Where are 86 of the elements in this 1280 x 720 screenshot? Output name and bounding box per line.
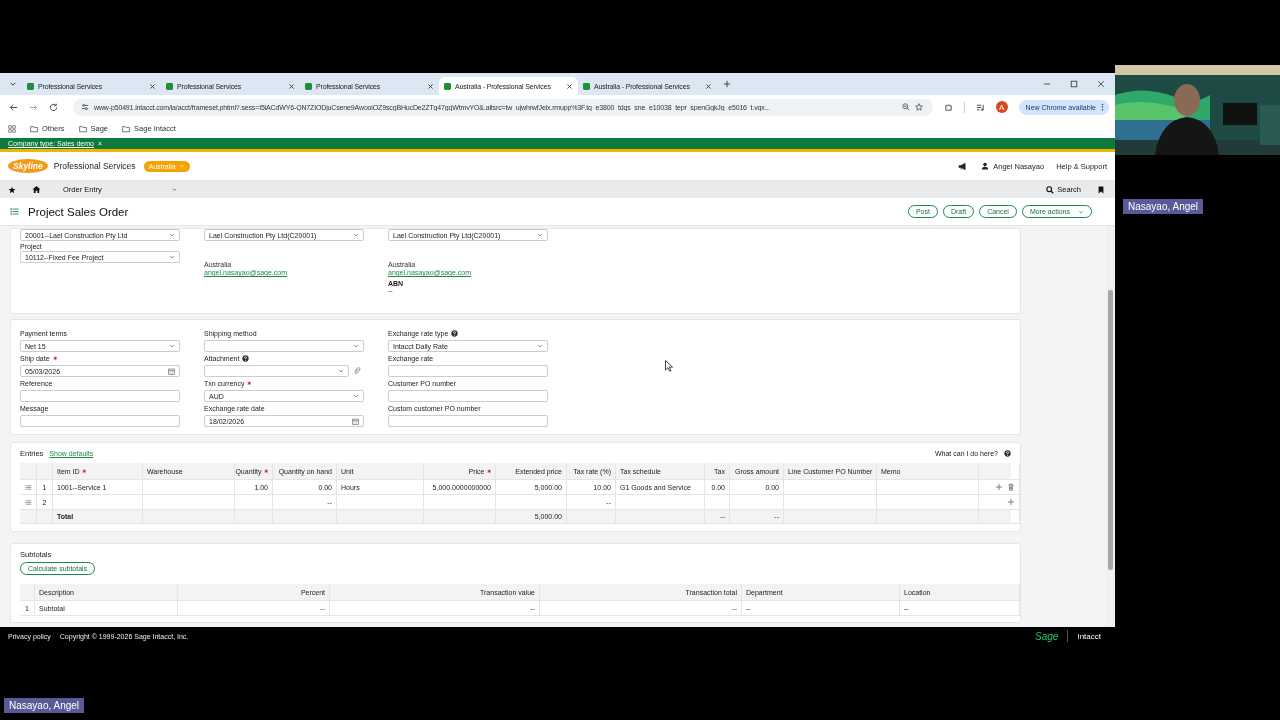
caret-icon <box>537 343 543 349</box>
caret-icon <box>169 343 175 349</box>
maximize-icon[interactable] <box>1070 80 1078 88</box>
column-header <box>37 463 53 480</box>
input-field[interactable] <box>20 415 180 427</box>
brand-logo: Sage <box>1035 630 1059 642</box>
column-header <box>20 584 35 601</box>
add-row-icon[interactable] <box>995 483 1003 491</box>
input-field[interactable] <box>20 390 180 402</box>
megaphone-icon[interactable] <box>958 161 968 171</box>
tab-logo-icon <box>444 82 451 90</box>
dropdown-field[interactable] <box>204 340 364 352</box>
drag-handle-icon[interactable] <box>24 483 32 491</box>
help-icon[interactable] <box>242 355 250 362</box>
caret-icon <box>353 232 359 238</box>
zoom-icon[interactable] <box>901 103 910 111</box>
caret-icon <box>353 343 359 349</box>
media-icon[interactable] <box>975 102 985 112</box>
bookmark-icon[interactable] <box>1097 185 1105 194</box>
required-icon <box>81 468 87 474</box>
tab-logo-icon <box>305 82 312 90</box>
required-icon <box>52 356 58 361</box>
company-logo: Skyline <box>8 159 48 173</box>
participant-name: Nasayao, Angel <box>4 698 85 713</box>
trash-icon[interactable] <box>1007 483 1015 491</box>
site-info-icon[interactable] <box>81 103 89 111</box>
table-cell <box>235 510 273 524</box>
reload-icon[interactable] <box>49 102 58 112</box>
table-cell <box>273 510 337 524</box>
table-cell <box>37 510 53 524</box>
back-icon[interactable] <box>9 102 18 112</box>
new-tab-icon[interactable] <box>723 80 731 88</box>
caret-icon <box>171 187 177 192</box>
table-cell <box>567 510 616 524</box>
close-icon[interactable] <box>427 82 434 90</box>
add-row-icon[interactable] <box>1007 498 1015 506</box>
scrollbar[interactable] <box>1106 226 1115 627</box>
home-icon[interactable] <box>32 185 41 194</box>
required-icon <box>247 381 252 386</box>
profile-avatar[interactable]: A <box>995 101 1008 113</box>
required-icon <box>263 468 268 474</box>
input-field[interactable] <box>388 365 548 377</box>
help-icon[interactable] <box>1004 449 1011 457</box>
caret-icon <box>178 163 185 169</box>
folder-icon <box>30 124 38 133</box>
paperclip-icon[interactable] <box>353 367 361 375</box>
app-name: Professional Services <box>53 161 136 171</box>
caret-icon <box>353 393 359 399</box>
close-icon[interactable] <box>566 82 573 90</box>
close-icon[interactable] <box>288 82 295 90</box>
drag-handle-icon[interactable] <box>24 498 32 506</box>
input-field[interactable] <box>388 415 548 427</box>
star-icon[interactable] <box>8 185 16 194</box>
apps-icon[interactable] <box>8 124 16 133</box>
tab-logo-icon <box>27 82 34 90</box>
tab-logo-icon <box>166 82 173 90</box>
close-icon[interactable] <box>1097 80 1105 88</box>
calendar-icon[interactable] <box>352 417 359 425</box>
folder-icon <box>122 124 131 133</box>
tab-logo-icon <box>583 82 590 90</box>
caret-icon <box>169 232 175 238</box>
folder-icon <box>78 124 87 133</box>
product-name: Intacct <box>1077 631 1101 641</box>
user-icon <box>981 162 990 170</box>
dropdown-field[interactable] <box>204 365 349 377</box>
tab-search-icon[interactable] <box>9 80 17 88</box>
required-icon <box>486 468 491 474</box>
more-icon[interactable] <box>1101 103 1104 111</box>
caret-icon <box>169 254 175 260</box>
search-icon <box>1046 185 1055 194</box>
caret-icon <box>1078 208 1084 215</box>
participant-name: Nasayao, Angel <box>1123 199 1204 214</box>
caret-icon <box>537 232 543 238</box>
table-cell <box>424 510 496 524</box>
puzzle-icon[interactable] <box>943 102 953 112</box>
calendar-icon[interactable] <box>168 367 175 375</box>
help-icon[interactable] <box>451 330 459 337</box>
close-icon[interactable] <box>705 82 712 90</box>
pointer-icon <box>665 360 673 372</box>
input-field[interactable] <box>388 390 548 402</box>
forward-icon[interactable] <box>29 102 38 112</box>
caret-icon <box>338 368 344 374</box>
page-title: Project Sales Order <box>28 205 129 218</box>
list-icon[interactable] <box>10 207 19 216</box>
close-icon[interactable] <box>149 82 156 90</box>
star-icon[interactable] <box>914 103 923 111</box>
